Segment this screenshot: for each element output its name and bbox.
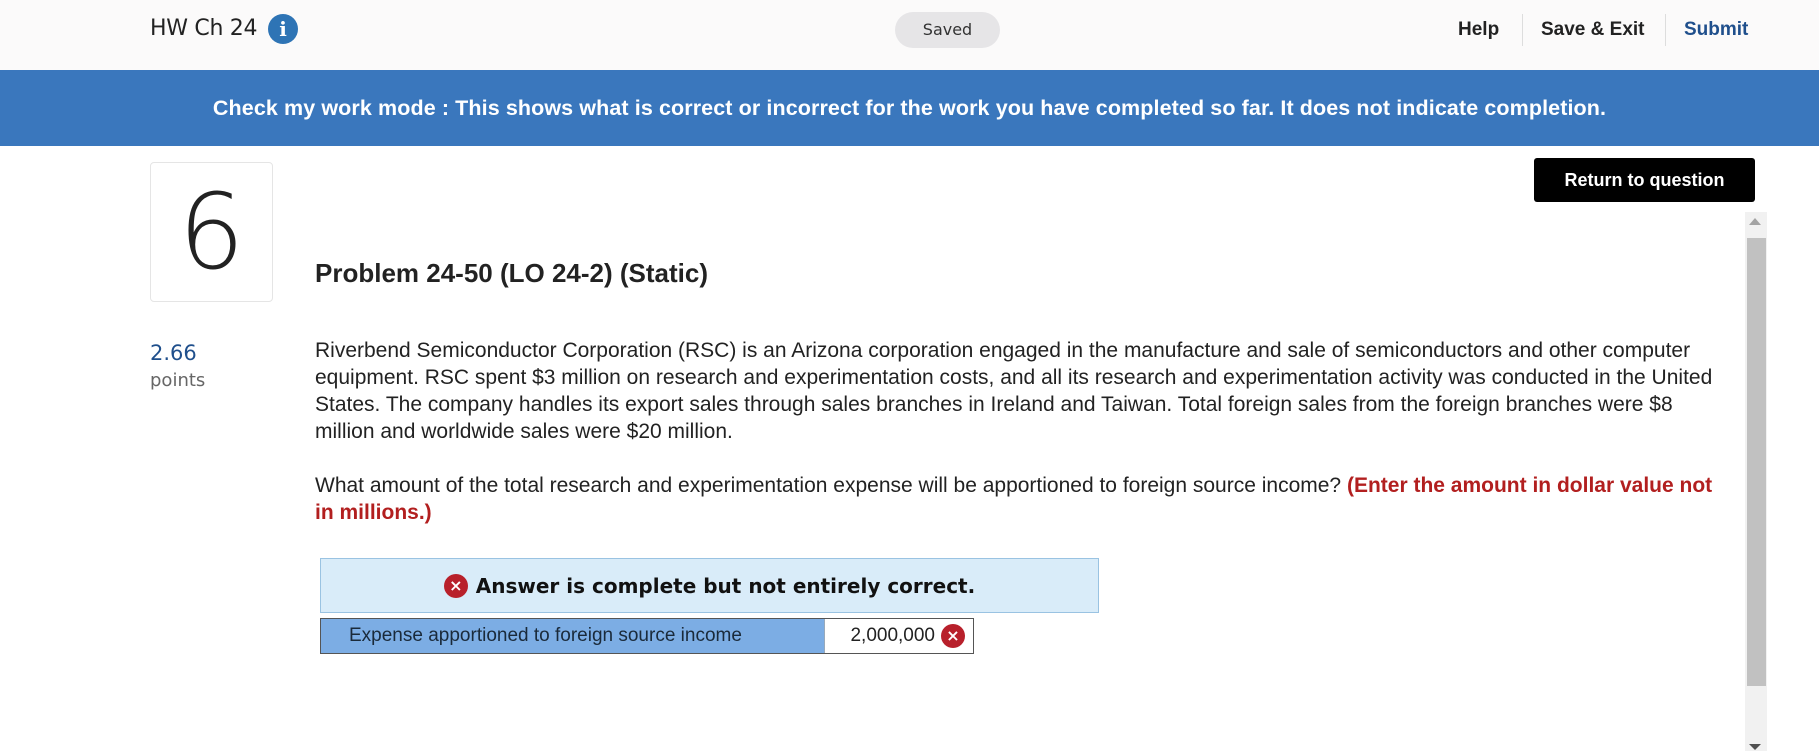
- banner-text: Check my work mode : This shows what is …: [212, 95, 1607, 120]
- top-bar: HW Ch 24 i Saved Help Save & Exit Submit: [0, 0, 1819, 70]
- problem-title: Problem 24-50 (LO 24-2) (Static): [315, 258, 708, 288]
- question-prompt-text: What amount of the total research and ex…: [315, 474, 1342, 497]
- save-exit-link[interactable]: Save & Exit: [1541, 0, 1645, 60]
- points-label: points: [150, 370, 206, 391]
- question-number: 6: [178, 171, 245, 293]
- nav-divider: [1665, 14, 1666, 46]
- saved-status-pill: Saved: [895, 12, 1000, 48]
- help-link[interactable]: Help: [1458, 0, 1499, 60]
- incorrect-icon: ×: [443, 573, 468, 598]
- scroll-up-arrow-icon[interactable]: [1749, 218, 1761, 225]
- submit-link[interactable]: Submit: [1684, 0, 1748, 60]
- answer-row-label: Expense apportioned to foreign source in…: [321, 619, 825, 653]
- answer-value: 2,000,000: [850, 625, 935, 646]
- question-prompt: What amount of the total research and ex…: [315, 472, 1715, 526]
- problem-body: Riverbend Semiconductor Corporation (RSC…: [315, 339, 1713, 443]
- answer-value-cell[interactable]: 2,000,000 ×: [825, 619, 973, 653]
- return-to-question-button[interactable]: Return to question: [1534, 158, 1755, 202]
- scroll-down-arrow-icon[interactable]: [1749, 744, 1761, 750]
- answer-table-row: Expense apportioned to foreign source in…: [320, 618, 974, 654]
- assignment-title: HW Ch 24: [150, 16, 258, 41]
- question-number-box: 6: [150, 162, 273, 302]
- check-my-work-banner: Check my work mode : This shows what is …: [0, 70, 1819, 146]
- points-value: 2.66: [150, 341, 197, 365]
- scrollbar-thumb[interactable]: [1747, 238, 1766, 686]
- answer-status-banner: × Answer is complete but not entirely co…: [320, 558, 1099, 613]
- info-icon[interactable]: i: [268, 14, 298, 44]
- nav-divider: [1522, 14, 1523, 46]
- answer-status-text: Answer is complete but not entirely corr…: [475, 573, 976, 598]
- incorrect-icon: ×: [941, 624, 965, 648]
